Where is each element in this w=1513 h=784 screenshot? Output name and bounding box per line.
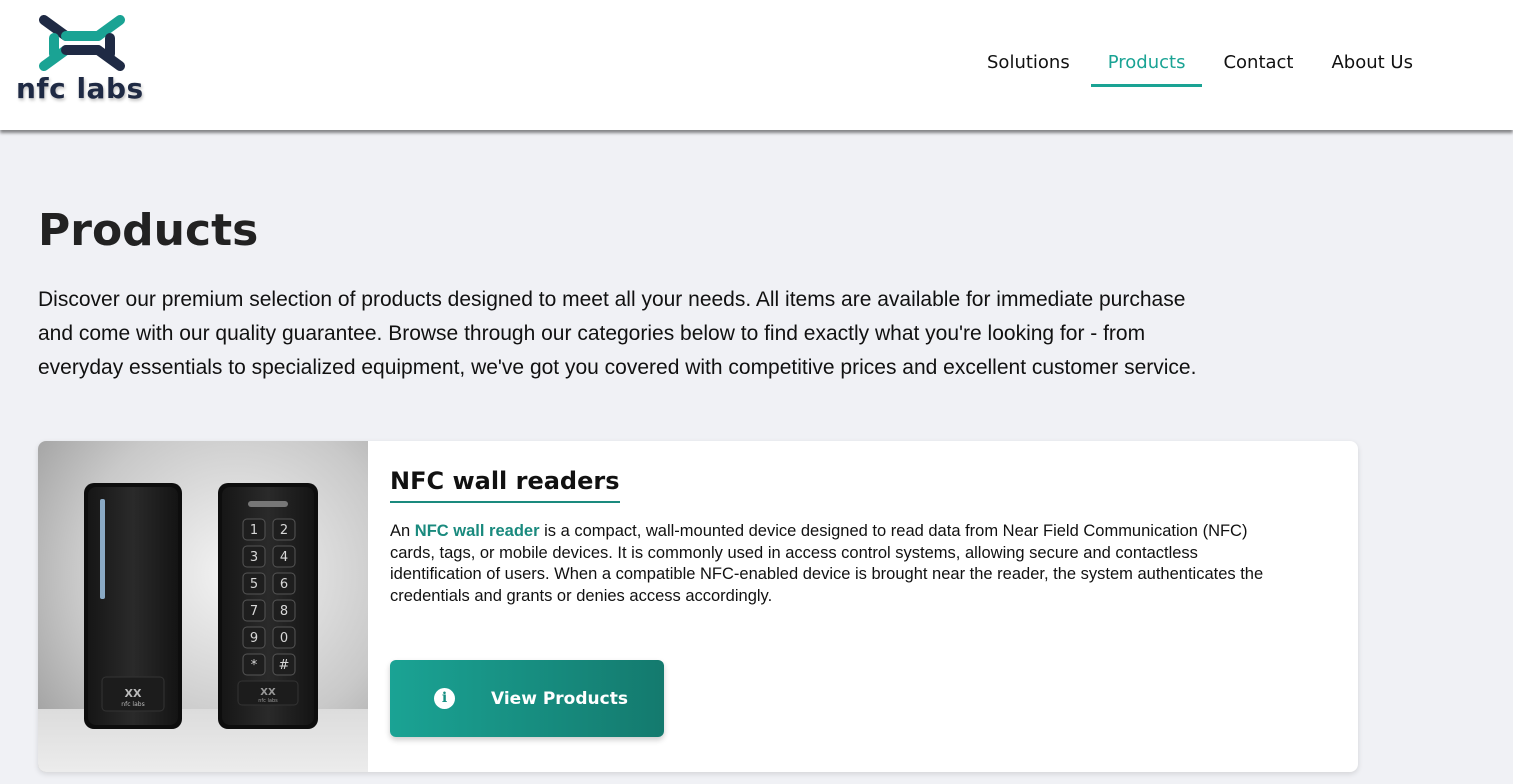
keypad-key-label: 9 — [250, 631, 258, 646]
description-highlight: NFC wall reader — [414, 522, 540, 540]
page-title: Products — [38, 205, 259, 256]
nav-item-about-us[interactable]: About Us — [1314, 40, 1430, 87]
product-card-body: NFC wall readers An NFC wall reader is a… — [390, 467, 1290, 607]
svg-text:XX: XX — [125, 687, 142, 700]
brand-logo[interactable]: nfc labs — [14, 10, 154, 110]
keypad-key-label: 2 — [280, 523, 288, 538]
keypad-key-label: 3 — [250, 550, 258, 565]
keypad-key-label: 0 — [280, 631, 288, 646]
info-icon: i — [434, 688, 455, 709]
product-title: NFC wall readers — [390, 467, 620, 503]
product-image: XX nfc labs 1 2 3 4 5 6 7 8 9 0 * # XX nfc labs — [38, 441, 368, 772]
brand-name: nfc labs — [16, 72, 144, 105]
keypad-key-label: 7 — [250, 604, 258, 619]
keypad-key-label: * — [251, 658, 258, 673]
main-nav: Solutions Products Contact About Us — [970, 40, 1434, 87]
svg-text:nfc labs: nfc labs — [121, 701, 144, 708]
description-prefix: An — [390, 522, 415, 540]
nav-item-solutions[interactable]: Solutions — [970, 40, 1087, 87]
keypad-key-label: 5 — [250, 577, 258, 592]
logo-mark-icon — [39, 15, 125, 71]
svg-text:nfc labs: nfc labs — [258, 698, 278, 704]
keypad-key-label: 1 — [250, 523, 258, 538]
product-description: An NFC wall reader is a compact, wall-mo… — [390, 521, 1290, 607]
keypad-key-label: # — [279, 658, 290, 673]
site-header: nfc labs Solutions Products Contact Abou… — [0, 0, 1513, 130]
view-products-label: View Products — [491, 689, 628, 709]
nav-item-contact[interactable]: Contact — [1206, 40, 1310, 87]
keypad-key-label: 8 — [280, 604, 288, 619]
svg-text:XX: XX — [260, 687, 276, 698]
keypad-key-label: 6 — [280, 577, 288, 592]
nav-item-products[interactable]: Products — [1090, 40, 1203, 87]
page-intro: Discover our premium selection of produc… — [38, 287, 1197, 379]
page-content: Products Discover our premium selection … — [38, 205, 1358, 385]
keypad-key-label: 4 — [280, 550, 288, 565]
view-products-button[interactable]: i View Products — [390, 660, 664, 737]
product-card: XX nfc labs 1 2 3 4 5 6 7 8 9 0 * # XX nfc labs NFC… — [38, 441, 1358, 772]
